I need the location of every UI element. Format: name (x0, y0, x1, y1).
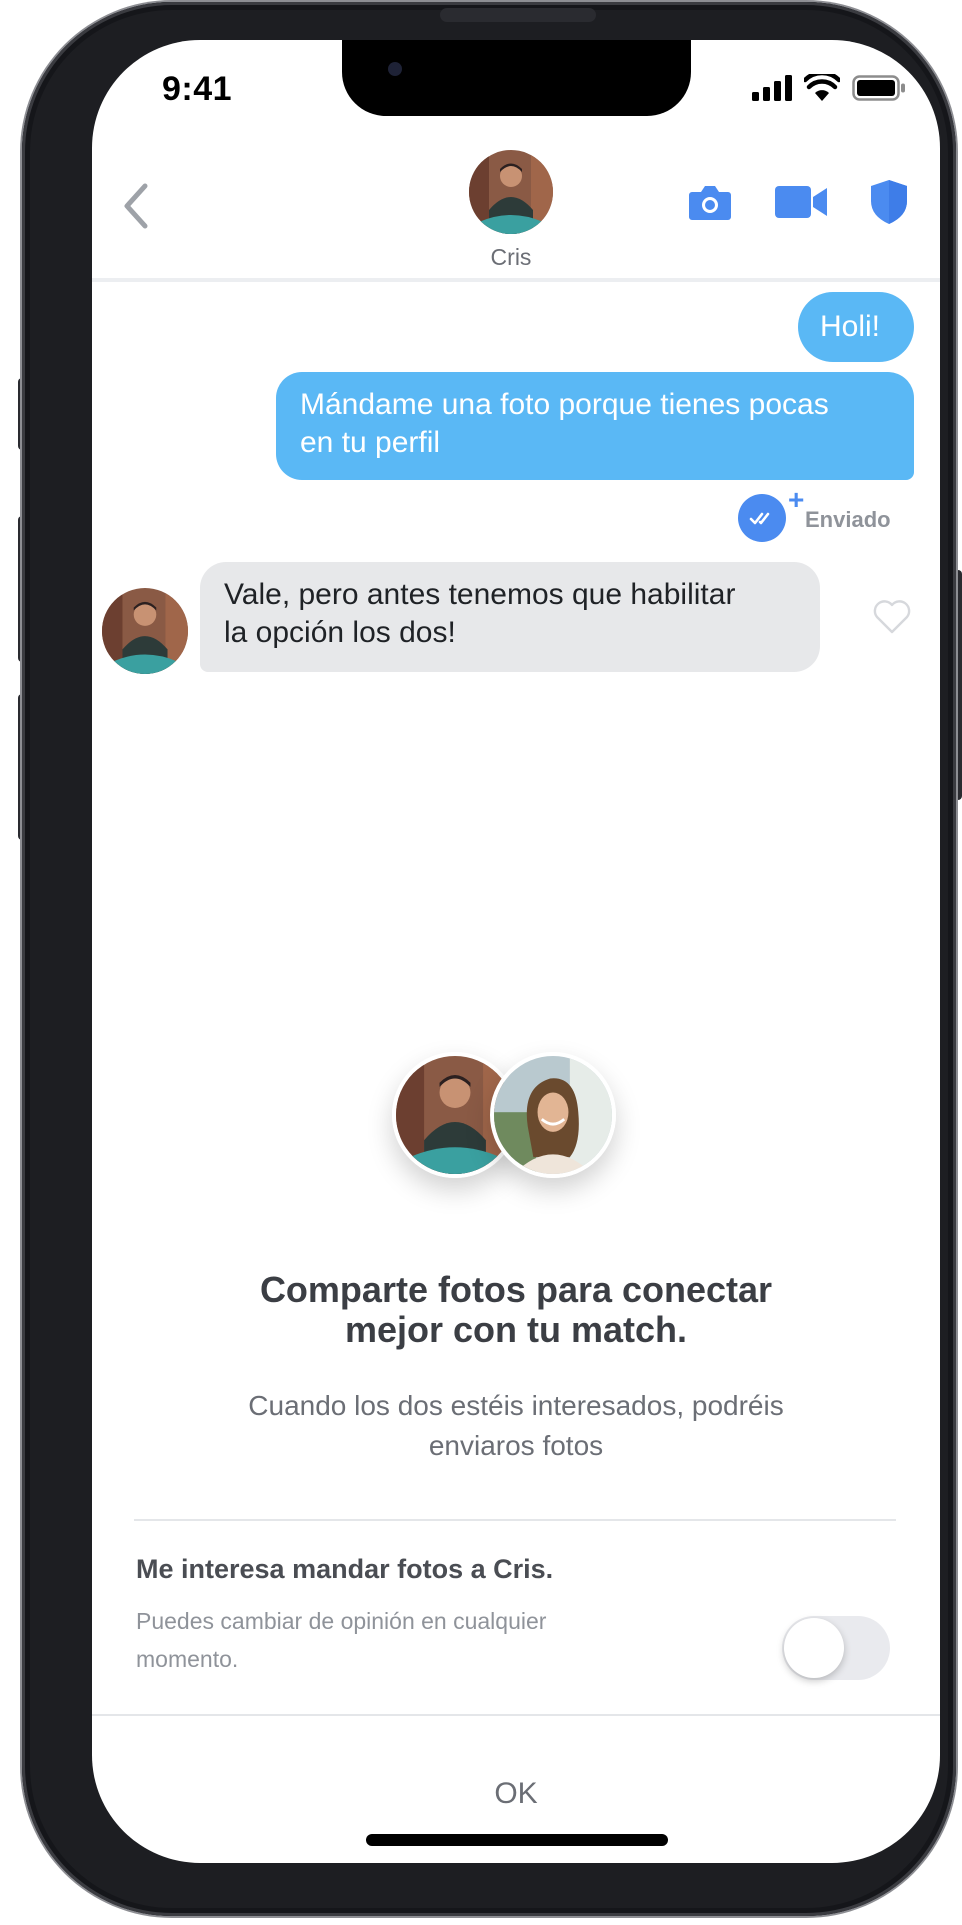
signal-icon (752, 75, 792, 101)
option-description-line: momento. (136, 1646, 239, 1672)
video-icon (775, 186, 827, 218)
contact-avatar[interactable] (469, 150, 553, 234)
sheet-subtitle: Cuando los dos estéis interesados, podré… (182, 1386, 850, 1466)
heart-icon (873, 600, 911, 634)
header-divider (92, 278, 940, 282)
sheet-title: Comparte fotos para conectar mejor con t… (152, 1270, 880, 1350)
status-time: 9:41 (162, 70, 233, 108)
sheet-title-line: Comparte fotos para conectar (259, 1269, 773, 1310)
earpiece-speaker (440, 8, 596, 22)
read-receipt-badge[interactable] (738, 494, 786, 542)
home-indicator[interactable] (366, 1834, 668, 1846)
photo-sharing-option-description: Puedes cambiar de opinión en cualquier m… (136, 1602, 636, 1678)
shield-icon (871, 180, 907, 224)
sheet-divider (134, 1519, 896, 1521)
person-photo (102, 588, 188, 674)
phone-frame: 9:41 Cris Holi! Mándame una foto porque … (22, 2, 956, 1916)
message-text: Holi! (820, 310, 881, 343)
safety-button[interactable] (868, 176, 910, 228)
sheet-subtitle-line: Cuando los dos estéis interesados, podré… (248, 1390, 784, 1421)
footer-divider (92, 1714, 940, 1716)
back-button[interactable] (110, 174, 162, 238)
battery-icon (852, 75, 905, 101)
message-text-line: la opción los dos! (224, 616, 456, 649)
front-camera (388, 62, 402, 76)
wifi-icon (804, 74, 840, 101)
like-button[interactable] (870, 596, 914, 636)
person-photo (494, 1056, 612, 1174)
phone-screen: 9:41 Cris Holi! Mándame una foto porque … (92, 40, 940, 1863)
message-text-line: Vale, pero antes tenemos que habilitar (224, 578, 736, 611)
double-check-icon (749, 512, 770, 525)
sheet-subtitle-line: enviaros fotos (428, 1430, 604, 1461)
sheet-title-line: mejor con tu match. (344, 1309, 688, 1350)
message-bubble-incoming[interactable]: Vale, pero antes tenemos que habilitar l… (200, 562, 820, 672)
contact-avatar-small[interactable] (102, 588, 188, 674)
message-bubble-outgoing[interactable]: Mándame una foto porque tienes pocas en … (276, 372, 914, 480)
video-call-button[interactable] (772, 178, 830, 226)
read-receipt-plus[interactable]: + (788, 486, 804, 514)
ok-button[interactable]: OK (416, 1764, 616, 1824)
chevron-left-icon (124, 183, 148, 229)
delivery-status: Enviado (805, 507, 891, 532)
status-icons (752, 74, 906, 102)
match-avatars (392, 1052, 692, 1182)
option-description-line: Puedes cambiar de opinión en cualquier (136, 1608, 547, 1634)
photo-sharing-option-title: Me interesa mandar fotos a Cris. (136, 1554, 554, 1584)
camera-icon (689, 186, 731, 220)
photo-sharing-toggle[interactable] (782, 1616, 890, 1680)
camera-button[interactable] (686, 178, 734, 226)
user-avatar-large (490, 1052, 616, 1178)
toggle-knob (784, 1618, 844, 1678)
contact-name[interactable]: Cris (461, 244, 561, 271)
message-text-line: en tu perfil (300, 426, 441, 459)
message-text-line: Mándame una foto porque tienes pocas (300, 388, 829, 421)
message-bubble-outgoing[interactable]: Holi! (798, 292, 914, 362)
notch (342, 40, 691, 116)
person-photo (469, 150, 553, 234)
